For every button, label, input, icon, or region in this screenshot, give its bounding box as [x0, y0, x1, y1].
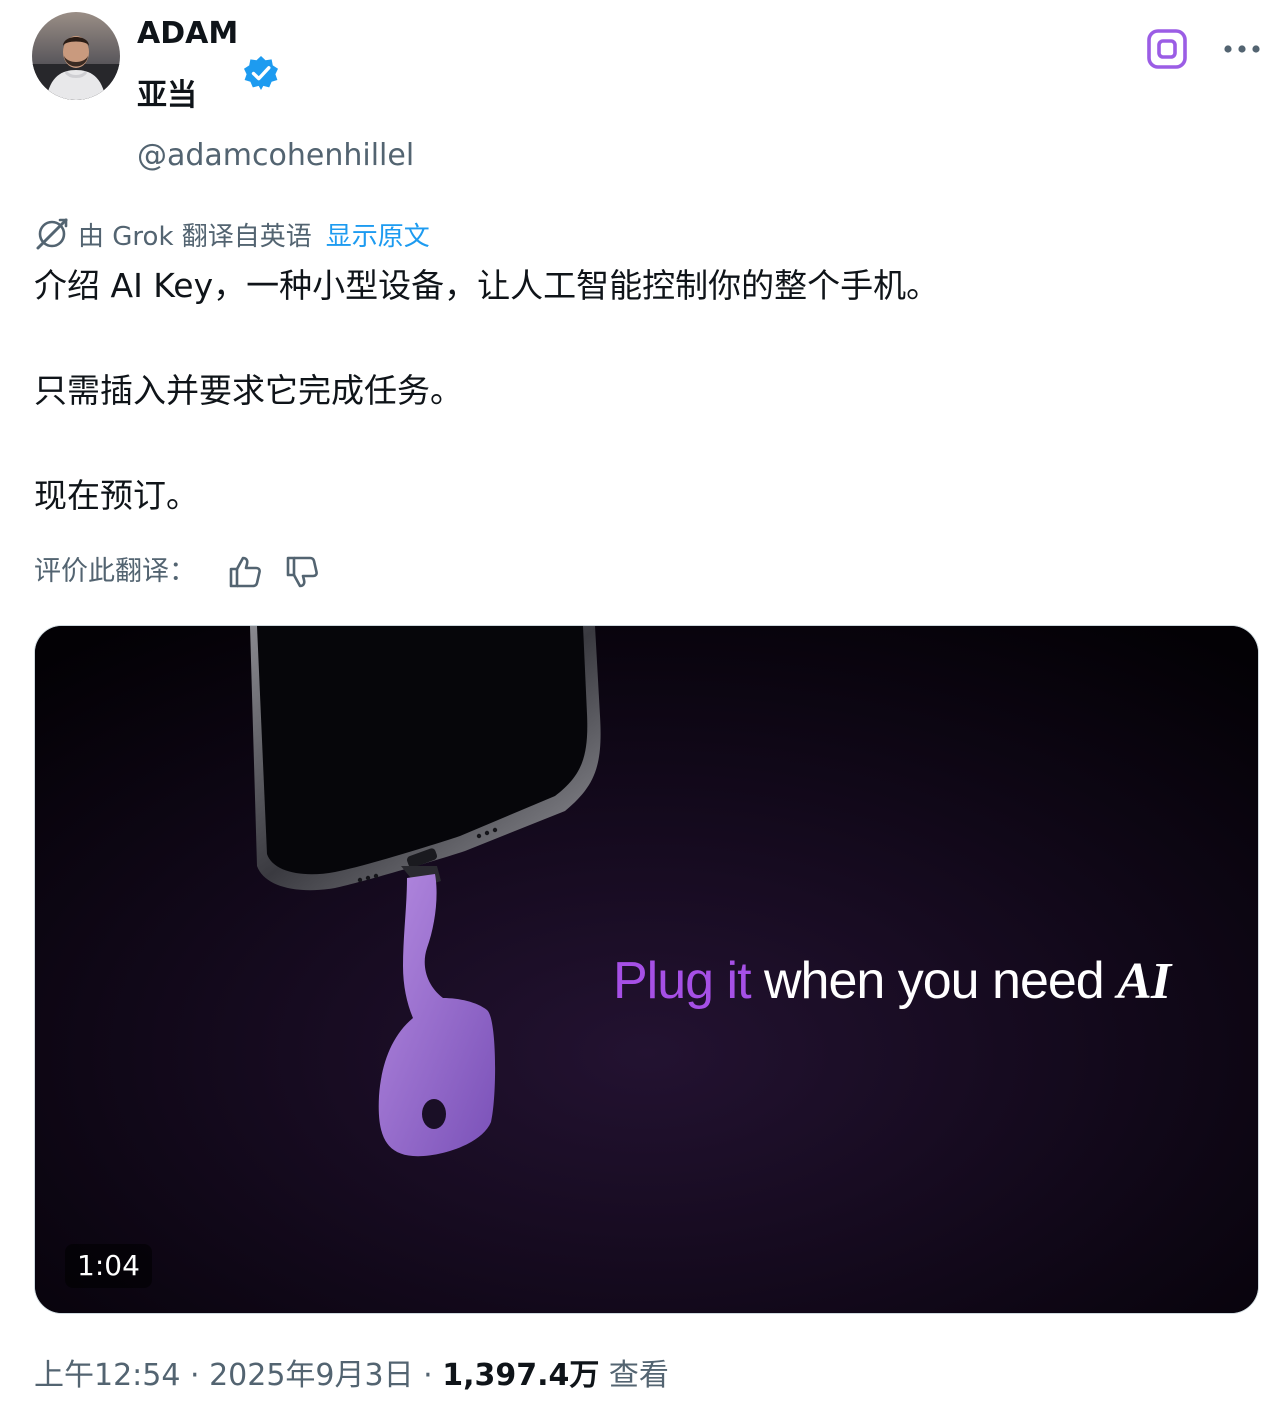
- person-avatar-icon: [32, 12, 120, 100]
- verified-badge-icon: [242, 54, 280, 92]
- view-count: 1,397.4万: [442, 1358, 600, 1393]
- rate-translation-label: 评价此翻译：: [34, 556, 196, 587]
- translation-label: 由 Grok 翻译自英语: [78, 221, 312, 252]
- video-caption: Plug it when you need AI: [613, 948, 1171, 1015]
- tweet-text-line: 现在预订。: [34, 476, 199, 515]
- meta-separator: ·: [413, 1358, 443, 1393]
- author-name-translated[interactable]: 亚当: [137, 76, 197, 116]
- avatar[interactable]: [32, 12, 120, 100]
- grok-icon[interactable]: [1146, 28, 1188, 70]
- thumbs-down-icon[interactable]: [283, 553, 321, 591]
- caption-text: when you need: [750, 952, 1118, 1010]
- view-label: 查看: [599, 1358, 669, 1393]
- tweet-text-line: 只需插入并要求它完成任务。: [34, 371, 463, 410]
- post-date[interactable]: 2025年9月3日: [209, 1358, 414, 1393]
- caption-highlight: Plug it: [613, 952, 752, 1010]
- grok-translate-icon: [34, 216, 70, 252]
- caption-ai: AI: [1117, 953, 1171, 1010]
- author-handle[interactable]: @adamcohenhillel: [137, 137, 414, 175]
- meta-separator: ·: [180, 1358, 210, 1393]
- tweet-meta: 上午12:54 · 2025年9月3日 · 1,397.4万 查看: [34, 1354, 669, 1398]
- post-time[interactable]: 上午12:54: [34, 1358, 180, 1393]
- more-icon[interactable]: [1222, 34, 1262, 64]
- translation-notice: 由 Grok 翻译自英语 显示原文: [34, 215, 430, 253]
- video-duration: 1:04: [65, 1244, 152, 1288]
- show-original-link[interactable]: 显示原文: [326, 216, 430, 253]
- thumbs-up-icon[interactable]: [226, 553, 264, 591]
- video-player[interactable]: Plug it when you need AI 1:04: [34, 625, 1259, 1314]
- author-name[interactable]: ADAM: [137, 14, 238, 54]
- tweet-text-line: 介绍 AI Key，一种小型设备，让人工智能控制你的整个手机。: [34, 266, 940, 305]
